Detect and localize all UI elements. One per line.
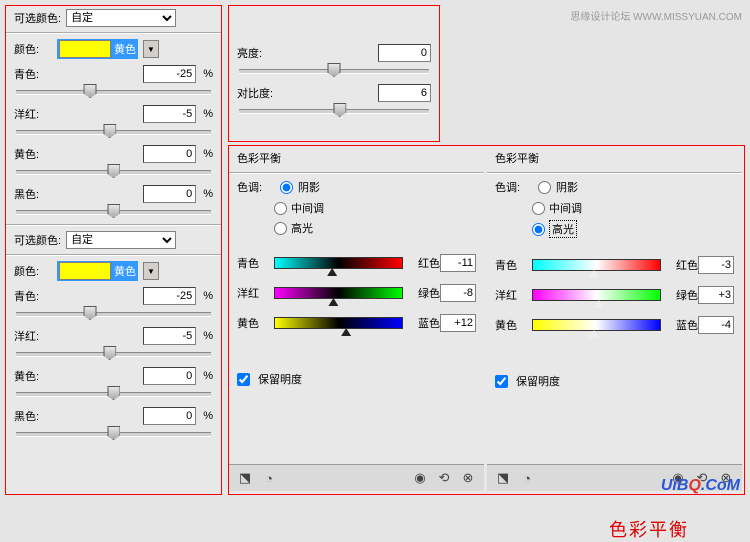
contrast-slider[interactable]: [239, 105, 429, 121]
tone-label: 色调:: [237, 179, 275, 195]
brightness-contrast-panel: 亮度: 对比度:: [228, 5, 440, 142]
black-slider[interactable]: [16, 206, 211, 222]
yellow-slider[interactable]: [16, 166, 211, 182]
clip-icon[interactable]: ◔: [261, 470, 277, 486]
eye-icon[interactable]: ◉: [412, 470, 428, 486]
bottom-toolbar-l: ⬔ ◔ ◉ ⟲ ⊗: [229, 464, 484, 491]
contrast-input[interactable]: [378, 84, 431, 102]
color-dropdown[interactable]: 黄色: [57, 39, 138, 59]
mg-input[interactable]: [440, 284, 476, 302]
tone-hi-radio-r[interactable]: [532, 223, 545, 236]
cyan-red-slider[interactable]: 青色 红色: [229, 248, 484, 278]
tone-mid-radio[interactable]: [274, 202, 287, 215]
cyan-input[interactable]: [143, 65, 196, 83]
magenta-slider[interactable]: [16, 126, 211, 142]
brightness-label: 亮度:: [237, 45, 282, 61]
pin-icon[interactable]: ⬔: [237, 470, 253, 486]
tone-hi-radio[interactable]: [274, 222, 287, 235]
color-balance-left: 色彩平衡 色调: 阴影 中间调 高光 青色 红色 洋红 绿色 黄色 蓝色 保留明…: [229, 146, 484, 491]
brightness-input[interactable]: [378, 44, 431, 62]
black-input[interactable]: [143, 185, 196, 203]
magenta-green-slider[interactable]: 洋红 绿色: [229, 278, 484, 308]
color-dropdown-2[interactable]: 黄色: [57, 261, 138, 281]
contrast-label: 对比度:: [237, 85, 282, 101]
magenta-input[interactable]: [143, 105, 196, 123]
chevron-down-icon[interactable]: ▼: [143, 262, 159, 280]
yellow-input[interactable]: [143, 145, 196, 163]
pin-icon[interactable]: ⬔: [495, 470, 511, 486]
cb-title-l: 色彩平衡: [229, 146, 484, 170]
preserve-lum-check-l[interactable]: [237, 373, 250, 386]
trash-icon[interactable]: ⊗: [460, 470, 476, 486]
cyan-slider[interactable]: [16, 86, 211, 102]
color-balance-overlay-label: 色彩平衡: [609, 516, 689, 542]
tone-shadows-radio[interactable]: [280, 181, 293, 194]
yellow-blue-slider[interactable]: 黄色 蓝色: [229, 308, 484, 338]
color-label: 颜色:: [14, 41, 52, 57]
watermark-bottom: UiBQ.CoM: [661, 477, 740, 495]
yellow-swatch: [59, 40, 111, 58]
preset-label: 可选颜色:: [14, 10, 61, 26]
tone-shadows-radio-r[interactable]: [538, 181, 551, 194]
yb-input[interactable]: [440, 314, 476, 332]
color-balance-panel: 色彩平衡 色调: 阴影 中间调 高光 青色 红色 洋红 绿色 黄色 蓝色 保留明…: [228, 145, 745, 495]
preset-select-2[interactable]: 自定: [66, 231, 176, 249]
selective-color-panel: 可选颜色: 自定 颜色: 黄色 ▼ 青色:% 洋红:% 黄色:% 黑色:% 可选…: [5, 5, 222, 495]
preset-select[interactable]: 自定: [66, 9, 176, 27]
cb-title-r: 色彩平衡: [487, 146, 742, 170]
selective-block-2: 可选颜色: 自定 颜色: 黄色 ▼ 青色:% 洋红:% 黄色:% 黑色:%: [6, 228, 221, 444]
color-balance-right: 色彩平衡 色调: 阴影 中间调 高光 青色 红色 洋红 绿色 黄色 蓝色 保留明…: [487, 146, 742, 491]
reset-icon[interactable]: ⟲: [436, 470, 452, 486]
chevron-down-icon[interactable]: ▼: [143, 40, 159, 58]
cr-input[interactable]: [440, 254, 476, 272]
brightness-slider[interactable]: [239, 65, 429, 81]
selective-block-1: 可选颜色: 自定 颜色: 黄色 ▼ 青色:% 洋红:% 黄色:% 黑色:%: [6, 6, 221, 222]
clip-icon[interactable]: ◔: [519, 470, 535, 486]
watermark-top: 思缘设计论坛 WWW.MISSYUAN.COM: [570, 8, 742, 23]
tone-mid-radio-r[interactable]: [532, 202, 545, 215]
preserve-lum-check-r[interactable]: [495, 375, 508, 388]
